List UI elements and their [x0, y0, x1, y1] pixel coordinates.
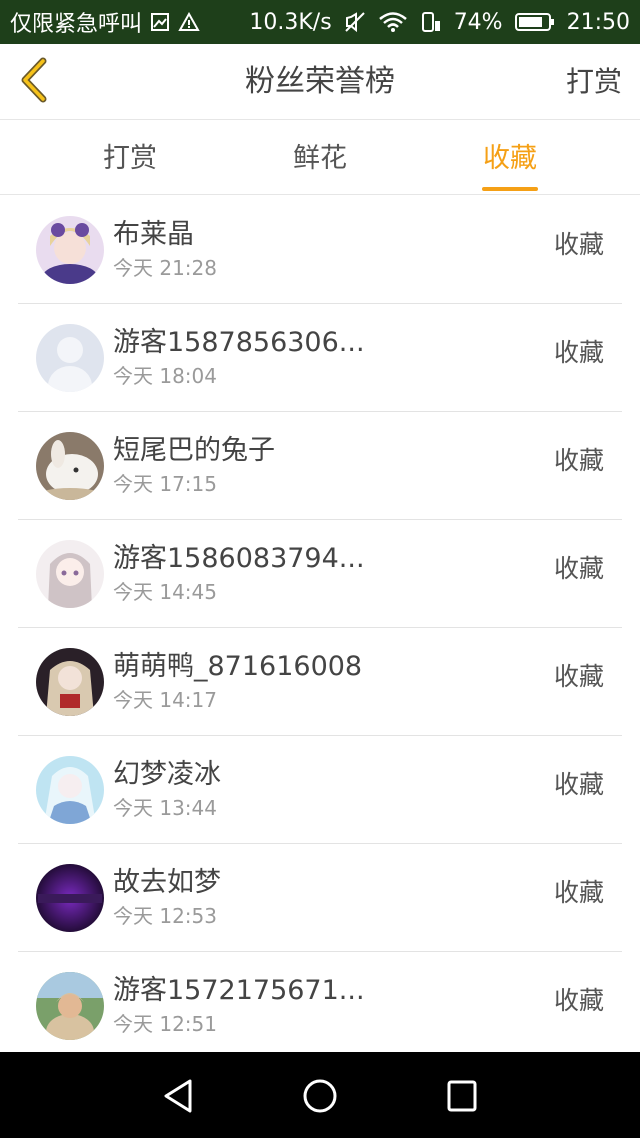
avatar: [36, 864, 104, 932]
user-name: 萌萌鸭_871616008: [113, 651, 363, 682]
default-avatar: [36, 324, 104, 392]
list-item[interactable]: 游客1587856306... 今天 18:04 收藏: [0, 304, 640, 412]
network-speed: 10.3K/s: [249, 9, 332, 35]
timestamp: 今天 14:17: [113, 688, 217, 712]
list-item[interactable]: 短尾巴的兔子 今天 17:15 收藏: [0, 412, 640, 520]
list-item[interactable]: 故去如梦 今天 12:53 收藏: [0, 844, 640, 952]
timestamp: 今天 17:15: [113, 472, 217, 496]
home-circle-icon[interactable]: [302, 1078, 338, 1118]
list-item[interactable]: 布莱晶 今天 21:28 收藏: [0, 196, 640, 304]
timestamp: 今天 18:04: [113, 364, 217, 388]
timestamp: 今天 21:28: [113, 256, 217, 280]
user-name: 游客1586083794...: [113, 543, 365, 574]
recents-square-icon[interactable]: [446, 1078, 478, 1118]
tab-flowers[interactable]: 鲜花: [250, 121, 390, 195]
battery-icon: [514, 12, 555, 32]
user-name: 故去如梦: [113, 867, 221, 898]
clock: 21:50: [566, 9, 630, 35]
action-label: 收藏: [553, 554, 604, 583]
action-label: 收藏: [553, 986, 604, 1015]
tab-reward[interactable]: 打赏: [60, 121, 200, 195]
fan-list: 布莱晶 今天 21:28 收藏 游客1587856306... 今天 18:04…: [0, 196, 640, 1060]
system-nav-bar: [0, 1052, 640, 1138]
action-label: 收藏: [553, 770, 604, 799]
avatar: [36, 540, 104, 608]
timestamp: 今天 12:53: [113, 904, 217, 928]
wifi-icon: [378, 11, 408, 33]
list-item[interactable]: 游客1572175671... 今天 12:51 收藏: [0, 952, 640, 1060]
battery-percent: 74%: [453, 9, 503, 35]
nav-bar: 粉丝荣誉榜 打赏: [0, 44, 640, 120]
action-label: 收藏: [553, 230, 604, 259]
user-name: 布莱晶: [113, 219, 194, 250]
list-item[interactable]: 幻梦凌冰 今天 13:44 收藏: [0, 736, 640, 844]
tab-favorites[interactable]: 收藏: [440, 121, 580, 195]
action-label: 收藏: [553, 446, 604, 475]
back-button[interactable]: [14, 57, 54, 107]
user-name: 幻梦凌冰: [113, 759, 221, 790]
mute-icon: [344, 11, 366, 33]
avatar: [36, 648, 104, 716]
avatar: [36, 432, 104, 500]
action-label: 收藏: [553, 878, 604, 907]
warning-icon: [178, 12, 200, 32]
list-item[interactable]: 萌萌鸭_871616008 今天 14:17 收藏: [0, 628, 640, 736]
avatar: [36, 756, 104, 824]
list-item[interactable]: 游客1586083794... 今天 14:45 收藏: [0, 520, 640, 628]
timestamp: 今天 14:45: [113, 580, 217, 604]
user-name: 游客1587856306...: [113, 327, 365, 358]
back-triangle-icon[interactable]: [162, 1078, 194, 1118]
reward-button[interactable]: 打赏: [566, 44, 622, 120]
tab-bar: 打赏 鲜花 收藏: [0, 121, 640, 195]
action-label: 收藏: [553, 662, 604, 691]
carrier-text: 仅限紧急呼叫: [10, 12, 143, 37]
action-label: 收藏: [553, 338, 604, 367]
image-icon: [150, 12, 170, 32]
timestamp: 今天 12:51: [113, 1012, 217, 1036]
avatar: [36, 972, 104, 1040]
user-name: 游客1572175671...: [113, 975, 365, 1006]
page-title: 粉丝荣誉榜: [245, 64, 395, 99]
status-bar: 仅限紧急呼叫 10.3K/s 74% 21:50: [0, 0, 640, 44]
user-name: 短尾巴的兔子: [113, 435, 275, 466]
sim-icon: [420, 11, 442, 33]
timestamp: 今天 13:44: [113, 796, 217, 820]
avatar: [36, 216, 104, 284]
active-tab-indicator: [482, 187, 538, 191]
chevron-left-icon: [17, 57, 51, 107]
